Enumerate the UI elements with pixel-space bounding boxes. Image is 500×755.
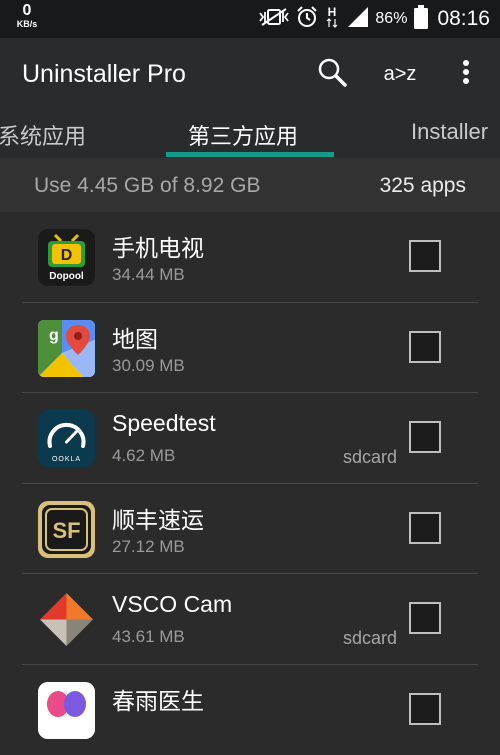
- app-name: VSCO Cam: [112, 591, 232, 618]
- app-name: 手机电视: [112, 229, 204, 263]
- battery-percent: 86%: [375, 10, 407, 28]
- maps-icon: g: [38, 320, 95, 377]
- app-size: 34.44 MB: [112, 265, 185, 285]
- svg-text:OOKLA: OOKLA: [52, 456, 81, 463]
- more-vert-icon: [462, 59, 470, 90]
- overflow-menu-button[interactable]: [448, 56, 484, 92]
- sf-express-icon: SF: [38, 501, 95, 558]
- app-size: 43.61 MB: [112, 627, 185, 647]
- app-size: 4.62 MB: [112, 446, 175, 466]
- storage-summary: Use 4.45 GB of 8.92 GB 325 apps: [0, 158, 500, 212]
- list-item[interactable]: D Dopool 手机电视 34.44 MB: [0, 212, 500, 303]
- svg-text:H: H: [328, 5, 337, 19]
- network-speed: 0 KB/s: [12, 3, 42, 29]
- app-name: Speedtest: [112, 410, 216, 437]
- app-size: 27.12 MB: [112, 537, 185, 557]
- app-location: sdcard: [343, 628, 397, 649]
- list-item[interactable]: OOKLA Speedtest 4.62 MB sdcard: [0, 393, 500, 484]
- status-icons: H 86% 08:16: [259, 0, 490, 38]
- tab-third-party-apps[interactable]: 第三方应用: [188, 119, 298, 151]
- sort-button[interactable]: a>z: [380, 56, 420, 92]
- tab-installer[interactable]: Installer: [411, 119, 488, 145]
- status-bar: 0 KB/s H 8: [0, 0, 500, 38]
- app-name: 顺丰速运: [112, 501, 204, 535]
- tab-bar: 系统应用 第三方应用 Installer: [0, 110, 500, 158]
- svg-text:g: g: [49, 327, 59, 344]
- network-speed-value: 0: [12, 3, 42, 19]
- app-bar: Uninstaller Pro a>z: [0, 38, 500, 110]
- vibrate-icon: [259, 7, 289, 32]
- clock: 08:16: [437, 7, 490, 31]
- speedtest-icon: OOKLA: [38, 410, 95, 467]
- search-icon: [316, 56, 348, 93]
- svg-text:SF: SF: [52, 518, 80, 543]
- select-checkbox[interactable]: [409, 602, 441, 634]
- battery-icon: [414, 5, 428, 34]
- app-title: Uninstaller Pro: [22, 60, 186, 89]
- tab-system-apps[interactable]: 系统应用: [0, 119, 86, 151]
- list-item[interactable]: 春雨医生: [0, 665, 500, 755]
- app-size: 30.09 MB: [112, 356, 185, 376]
- tab-indicator: [166, 152, 334, 157]
- dopool-icon: D Dopool: [38, 229, 95, 286]
- app-list: D Dopool 手机电视 34.44 MB g 地图 30.09 MB: [0, 212, 500, 755]
- app-name: 地图: [112, 320, 158, 354]
- alarm-icon: [296, 6, 318, 33]
- select-checkbox[interactable]: [409, 331, 441, 363]
- select-checkbox[interactable]: [409, 421, 441, 453]
- select-checkbox[interactable]: [409, 240, 441, 272]
- sort-label: a>z: [384, 63, 417, 86]
- data-h-icon: H: [325, 5, 339, 34]
- select-checkbox[interactable]: [409, 512, 441, 544]
- storage-usage: Use 4.45 GB of 8.92 GB: [34, 174, 260, 198]
- list-item[interactable]: VSCO Cam 43.61 MB sdcard: [0, 574, 500, 665]
- signal-icon: [346, 7, 368, 32]
- app-name: 春雨医生: [112, 682, 204, 716]
- svg-text:Dopool: Dopool: [49, 271, 84, 282]
- list-item[interactable]: g 地图 30.09 MB: [0, 303, 500, 394]
- app-count: 325 apps: [380, 174, 466, 198]
- chunyu-icon: [38, 682, 95, 739]
- select-checkbox[interactable]: [409, 693, 441, 725]
- list-item[interactable]: SF 顺丰速运 27.12 MB: [0, 484, 500, 575]
- network-speed-unit: KB/s: [12, 20, 42, 29]
- svg-text:D: D: [61, 247, 73, 264]
- app-location: sdcard: [343, 447, 397, 468]
- vsco-icon: [38, 591, 95, 648]
- search-button[interactable]: [314, 56, 350, 92]
